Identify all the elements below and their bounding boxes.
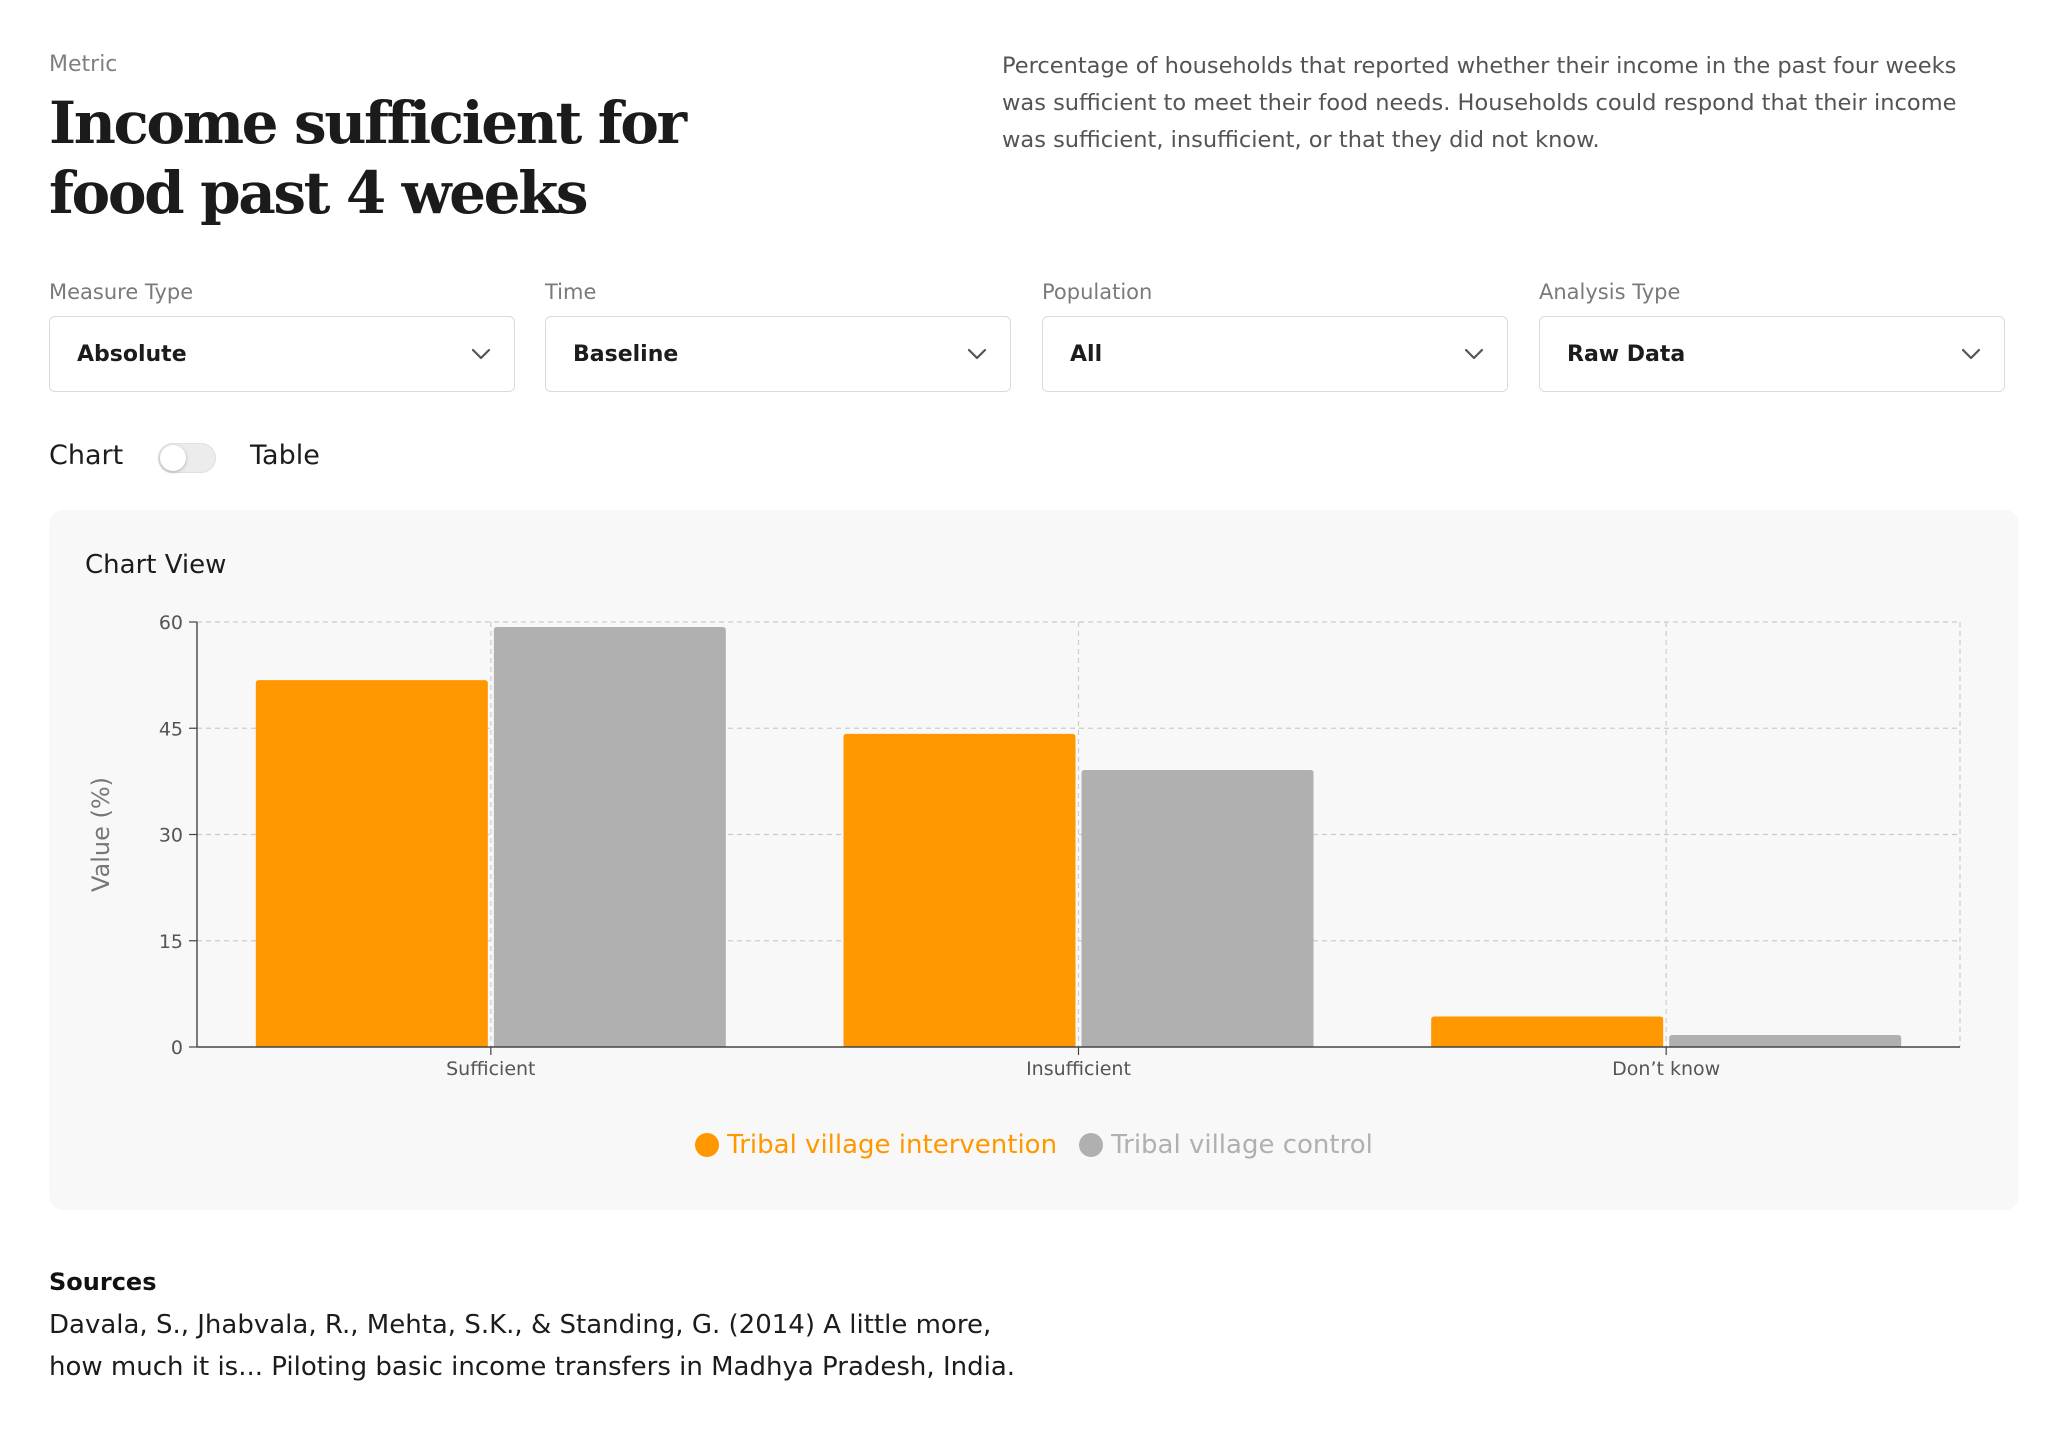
time-select[interactable]: Baseline [545, 316, 1011, 392]
legend-label: Tribal village intervention [727, 1130, 1058, 1160]
bar [1081, 770, 1314, 1047]
x-tick-label: Don’t know [1612, 1058, 1720, 1080]
chart-view-label[interactable]: Chart [49, 438, 123, 474]
y-tick-label: 30 [159, 825, 183, 847]
switch-knob [160, 445, 186, 471]
bar [1431, 1016, 1664, 1047]
filter-label: Population [1042, 280, 1153, 304]
sources-citation: Davala, S., Jhabvala, R., Mehta, S.K., &… [49, 1310, 1016, 1382]
chart-table-switch[interactable] [158, 443, 216, 473]
chart-card: Chart View 0 15 30 45 60 Sufficient Insufficie… [49, 510, 2019, 1210]
chevron-down-icon [471, 348, 491, 360]
population-select[interactable]: All [1042, 316, 1508, 392]
legend-label: Tribal village control [1111, 1130, 1373, 1160]
y-tick-label: 45 [159, 718, 183, 740]
sources-heading: Sources [49, 1268, 157, 1296]
bar [493, 626, 726, 1047]
table-view-label[interactable]: Table [250, 438, 320, 474]
filter-label: Analysis Type [1539, 280, 1681, 304]
y-axis-label: Value (%) [87, 777, 115, 892]
bar [1669, 1034, 1902, 1047]
filter-measure-type: Measure Type Absolute [49, 280, 515, 392]
select-value: Absolute [77, 341, 187, 367]
filter-time: Time Baseline [545, 280, 1011, 392]
metric-description: Percentage of households that reported w… [1002, 53, 1957, 153]
bar-chart: 0 15 30 45 60 Sufficient Insufficient Don’t kno… [87, 612, 1961, 1080]
chart-legend: Tribal village intervention Tribal villa… [49, 1130, 2019, 1160]
legend-swatch [695, 1133, 720, 1157]
page-title: Income sufficient for food past 4 weeks [49, 89, 687, 227]
filter-population: Population All [1042, 280, 1508, 392]
select-value: Baseline [573, 341, 679, 367]
bar [843, 733, 1076, 1047]
select-value: All [1070, 341, 1103, 367]
chevron-down-icon [1464, 348, 1484, 360]
x-tick-label: Insufficient [1026, 1058, 1131, 1080]
y-tick-label: 0 [171, 1037, 183, 1059]
legend-swatch [1079, 1133, 1104, 1157]
filter-label: Time [545, 280, 597, 304]
bar [255, 680, 488, 1047]
metric-eyebrow: Metric [49, 52, 118, 77]
analysis-type-select[interactable]: Raw Data [1539, 316, 2005, 392]
y-tick-label: 15 [159, 931, 183, 953]
chevron-down-icon [1961, 348, 1981, 360]
view-toggle: Chart Table [49, 438, 409, 474]
sources-section: Sources Davala, S., Jhabvala, R., Mehta,… [49, 1268, 1049, 1388]
filter-analysis-type: Analysis Type Raw Data [1539, 280, 2005, 392]
chevron-down-icon [967, 348, 987, 360]
filter-label: Measure Type [49, 280, 194, 304]
measure-type-select[interactable]: Absolute [49, 316, 515, 392]
legend-item-control[interactable]: Tribal village control [1079, 1130, 1373, 1160]
y-tick-label: 60 [159, 612, 183, 634]
select-value: Raw Data [1567, 341, 1686, 367]
legend-item-intervention[interactable]: Tribal village intervention [695, 1130, 1057, 1160]
x-tick-label: Sufficient [446, 1058, 535, 1080]
